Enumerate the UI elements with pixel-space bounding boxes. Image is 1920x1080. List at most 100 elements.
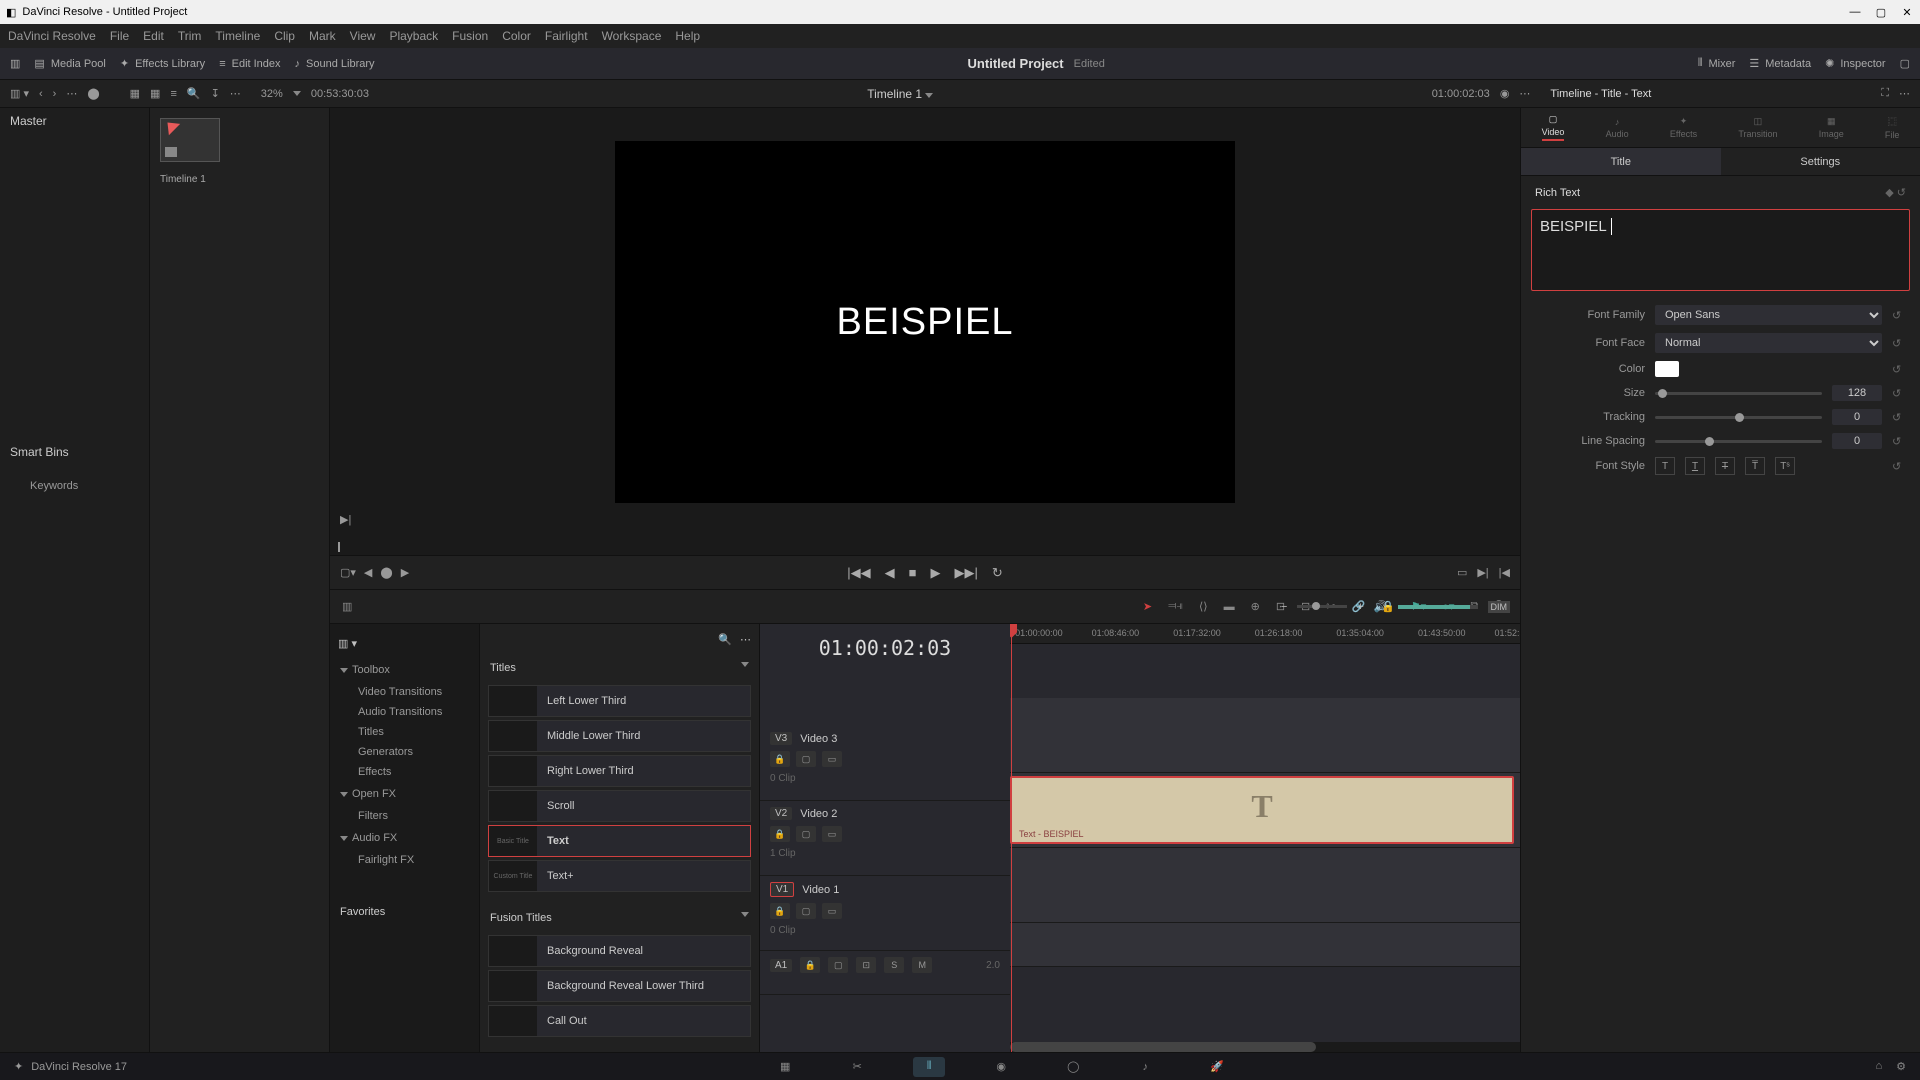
menu-fairlight[interactable]: Fairlight: [545, 29, 588, 43]
menu-timeline[interactable]: Timeline: [215, 29, 260, 43]
inspector-tab-file[interactable]: ⿴File: [1885, 115, 1900, 140]
menu-playback[interactable]: Playback: [389, 29, 438, 43]
line-spacing-slider[interactable]: [1655, 440, 1822, 443]
master-bin[interactable]: Master: [0, 108, 149, 134]
titles-options-icon[interactable]: ⋯: [740, 633, 751, 646]
fusion-collapse-icon[interactable]: [741, 912, 749, 917]
title-card[interactable]: Custom TitleText+: [488, 860, 751, 892]
fusion-page-button[interactable]: ◉: [985, 1057, 1017, 1077]
titles-item[interactable]: Titles: [330, 722, 479, 742]
reset-icon[interactable]: ↺: [1892, 337, 1906, 350]
underline-style-button[interactable]: T: [1685, 457, 1705, 475]
play-button[interactable]: ▶: [930, 565, 940, 581]
cut-page-button[interactable]: ✂: [841, 1057, 873, 1077]
timeline-thumbnail[interactable]: [160, 118, 220, 162]
sort-icon[interactable]: ↧: [211, 87, 220, 100]
menu-help[interactable]: Help: [675, 29, 700, 43]
edit-index-button[interactable]: ≡Edit Index: [219, 58, 280, 70]
menu-view[interactable]: View: [350, 29, 376, 43]
zoom-slider[interactable]: [1297, 605, 1347, 608]
settings-icon[interactable]: ⚙: [1896, 1060, 1906, 1073]
reset-icon[interactable]: ↺: [1892, 387, 1906, 400]
keywords-bin[interactable]: Keywords: [30, 480, 78, 492]
tracking-slider[interactable]: [1655, 416, 1822, 419]
reset-icon[interactable]: ↺: [1892, 411, 1906, 424]
track-head-a1[interactable]: A1🔒▢⊡SM2.0: [760, 951, 1010, 995]
timeline-ruler[interactable]: 01:00:00:00 01:08:46:00 01:17:32:00 01:2…: [1010, 624, 1520, 644]
next-edit-icon[interactable]: ▶: [401, 566, 409, 579]
size-value[interactable]: 128: [1832, 385, 1882, 401]
overline-style-button[interactable]: T̅: [1745, 457, 1765, 475]
menu-mark[interactable]: Mark: [309, 29, 336, 43]
dynamic-trim-icon[interactable]: ⟨⟩: [1199, 600, 1208, 613]
deliver-page-button[interactable]: 🚀: [1201, 1057, 1233, 1077]
menu-trim[interactable]: Trim: [178, 29, 202, 43]
full-screen-icon[interactable]: ▢: [1900, 57, 1910, 70]
effects-item[interactable]: Effects: [330, 762, 479, 782]
blade-tool-icon[interactable]: ▬: [1224, 601, 1235, 613]
font-family-select[interactable]: Open Sans: [1655, 305, 1882, 325]
keyframe-icon[interactable]: ◆: [1885, 187, 1893, 199]
inspector-button[interactable]: ✺Inspector: [1825, 57, 1885, 70]
dim-button[interactable]: DIM: [1488, 601, 1511, 613]
media-pool-button[interactable]: ▤Media Pool: [34, 57, 105, 70]
title-clip[interactable]: T Text - BEISPIEL: [1010, 776, 1514, 844]
menu-davinci-resolve[interactable]: DaVinci Resolve: [8, 29, 96, 43]
marker-icon[interactable]: ⬤: [380, 566, 392, 579]
prev-frame-button[interactable]: ◀: [885, 565, 895, 581]
trim-tool-icon[interactable]: ⫤⫣: [1168, 600, 1183, 613]
scrubber-handle[interactable]: [338, 542, 340, 552]
bin-view-icon[interactable]: ▥ ▾: [10, 87, 29, 100]
strikethrough-style-button[interactable]: T: [1715, 457, 1735, 475]
zoom-in-icon[interactable]: +: [1357, 601, 1363, 613]
title-text-input[interactable]: BEISPIEL: [1531, 209, 1910, 291]
inspector-tab-image[interactable]: ▦Image: [1819, 116, 1844, 139]
fx-layout-icon[interactable]: ▥ ▾: [338, 637, 357, 650]
titles-collapse-icon[interactable]: [741, 662, 749, 667]
title-card[interactable]: Scroll: [488, 790, 751, 822]
title-card[interactable]: Left Lower Third: [488, 685, 751, 717]
layout-icon[interactable]: ▥: [10, 57, 20, 70]
menu-clip[interactable]: Clip: [274, 29, 295, 43]
effects-library-button[interactable]: ✦Effects Library: [120, 57, 205, 70]
home-icon[interactable]: ⌂: [1875, 1060, 1882, 1073]
track-head-v1[interactable]: V1Video 1 🔒▢▭ 0 Clip: [760, 876, 1010, 951]
openfx-section[interactable]: Open FX: [330, 782, 479, 806]
metadata-button[interactable]: ☰Metadata: [1749, 57, 1811, 70]
sound-library-button[interactable]: ♪Sound Library: [295, 58, 375, 70]
reset-icon[interactable]: ↺: [1892, 435, 1906, 448]
reset-icon[interactable]: ↺: [1892, 309, 1906, 322]
inspector-subtab-settings[interactable]: Settings: [1721, 148, 1920, 175]
timeline-horizontal-scrollbar[interactable]: [1010, 1042, 1520, 1052]
track-v1[interactable]: [1010, 848, 1520, 923]
inspector-tab-effects[interactable]: ✦Effects: [1670, 116, 1697, 139]
mixer-button[interactable]: ⫴Mixer: [1698, 57, 1736, 70]
inspector-tab-audio[interactable]: ♪Audio: [1606, 117, 1629, 139]
toolbox-section[interactable]: Toolbox: [330, 658, 479, 682]
track-head-v2[interactable]: V2Video 2 🔒▢▭ 1 Clip: [760, 801, 1010, 876]
viewer-scrubber[interactable]: [330, 536, 1520, 556]
viewer-canvas[interactable]: BEISPIEL: [615, 141, 1235, 503]
title-card[interactable]: Background Reveal: [488, 935, 751, 967]
track-v2[interactable]: T Text - BEISPIEL: [1010, 773, 1520, 848]
extract-icon[interactable]: ▭: [1457, 566, 1467, 579]
options-icon[interactable]: ⋯: [66, 87, 77, 100]
zoom-dropdown-icon[interactable]: [293, 91, 301, 96]
reset-icon[interactable]: ↺: [1892, 460, 1906, 473]
search-icon[interactable]: 🔍: [187, 87, 201, 100]
playhead[interactable]: [1011, 624, 1012, 1052]
prev-edit-icon[interactable]: ◀: [364, 566, 372, 579]
go-out-icon[interactable]: |◀: [1499, 566, 1510, 579]
title-card[interactable]: Background Reveal Lower Third: [488, 970, 751, 1002]
next-frame-button[interactable]: ▶▶|: [954, 565, 977, 581]
normal-style-button[interactable]: T: [1655, 457, 1675, 475]
menu-fusion[interactable]: Fusion: [452, 29, 488, 43]
maximize-button[interactable]: ▢: [1874, 5, 1888, 19]
proxy-icon[interactable]: ◉: [1500, 87, 1510, 100]
reset-icon[interactable]: ↺: [1892, 363, 1906, 376]
menu-file[interactable]: File: [110, 29, 129, 43]
title-card-text[interactable]: Basic TitleText: [488, 825, 751, 857]
title-card[interactable]: Middle Lower Third: [488, 720, 751, 752]
loop-button[interactable]: ↻: [992, 565, 1003, 581]
volume-slider[interactable]: [1398, 605, 1478, 609]
